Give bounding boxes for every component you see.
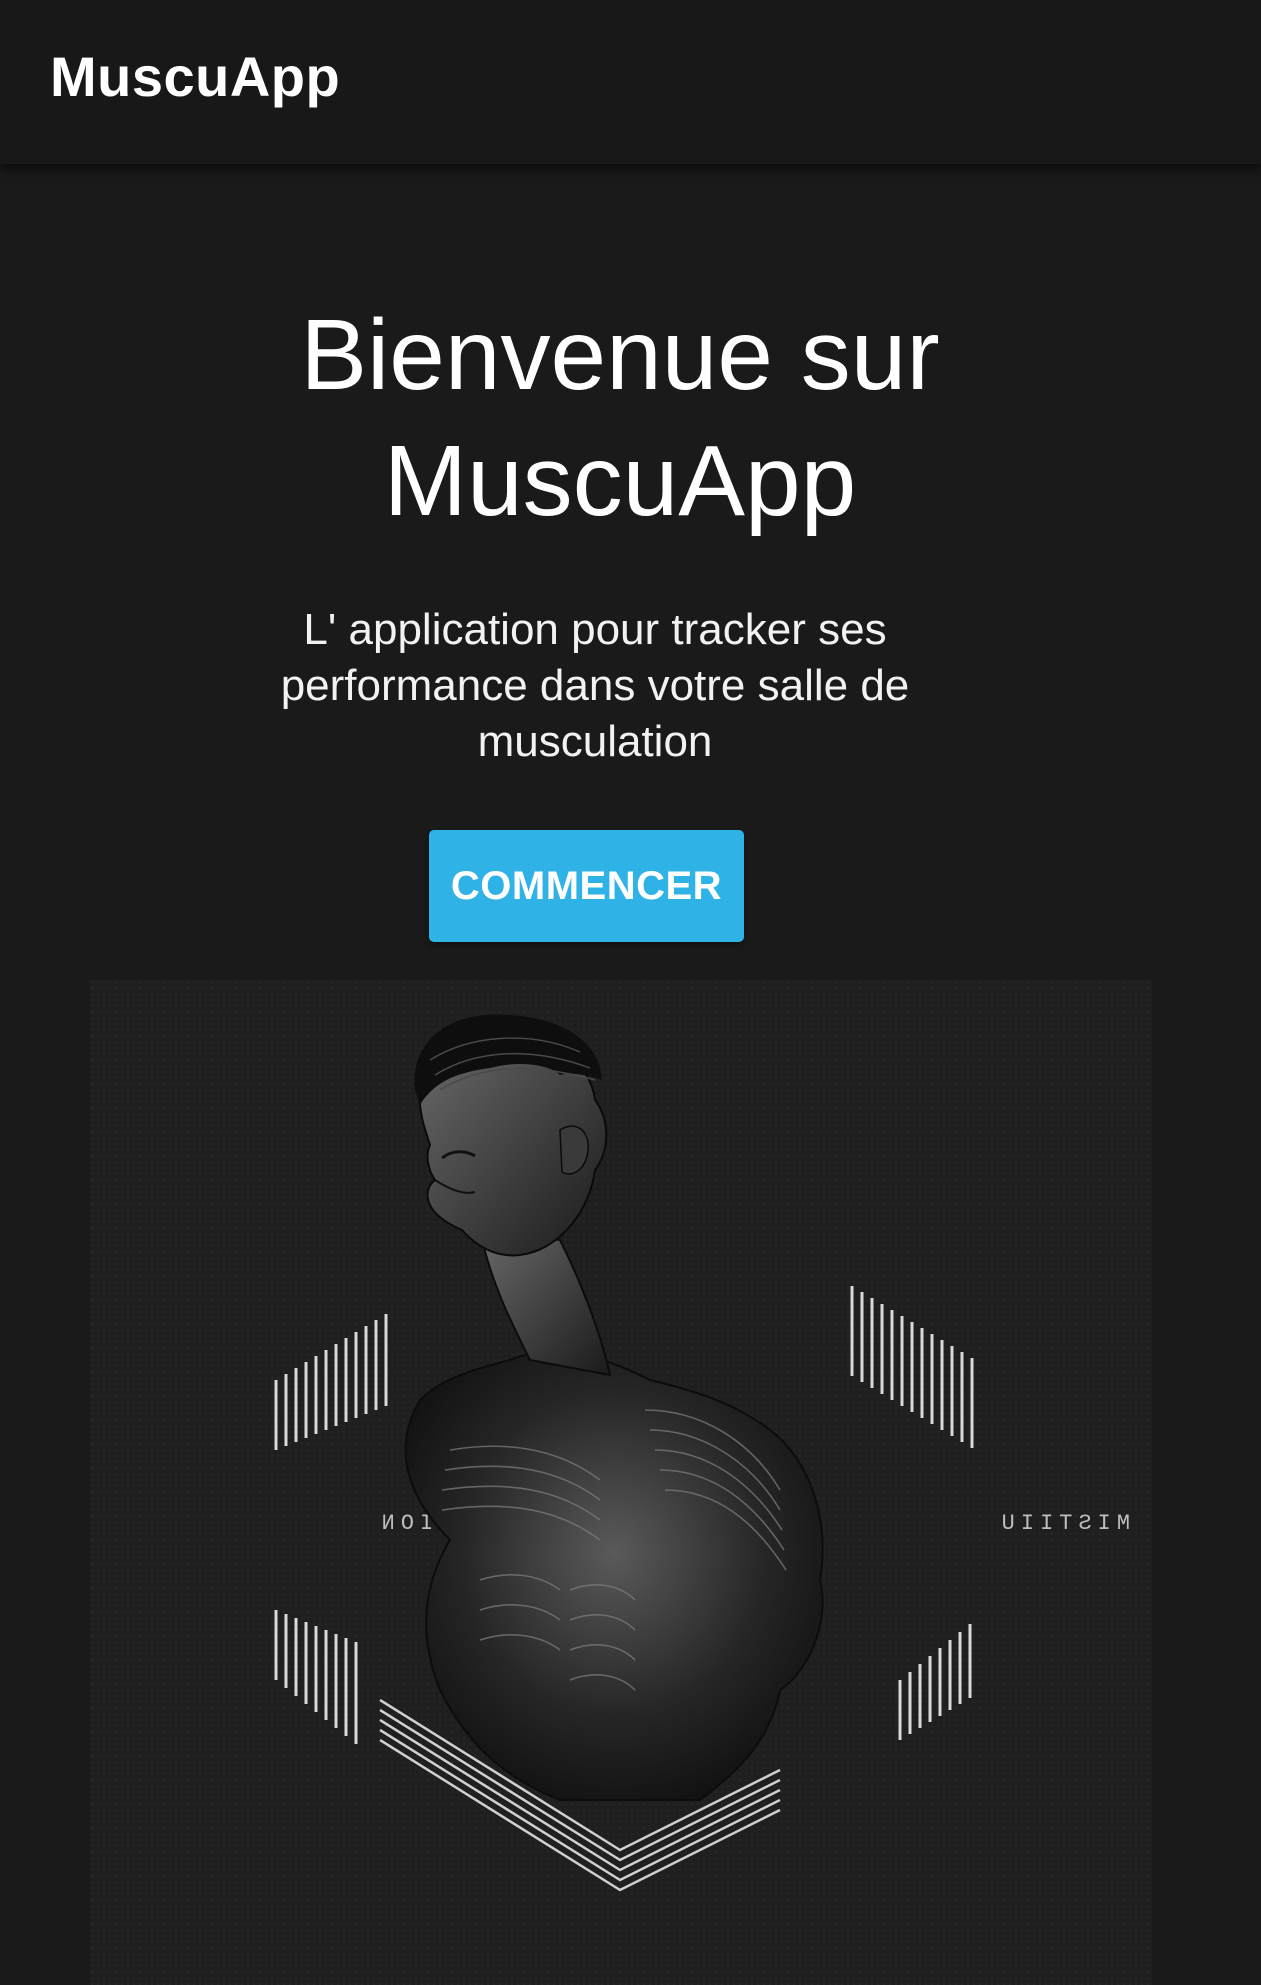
hero-title: Bienvenue sur MuscuApp — [0, 292, 1240, 544]
illustration-right-label: MISTIIU — [996, 1511, 1130, 1536]
hero-subtitle: L' application pour tracker ses performa… — [225, 602, 965, 770]
muscular-man-illustration-icon: MALLION MISTIIU — [90, 980, 1152, 1985]
hero-subtitle-line-1: L' application pour tracker ses — [303, 605, 887, 654]
hero-title-line-2: MuscuApp — [383, 425, 857, 537]
app-title: MuscuApp — [50, 45, 341, 108]
hero-subtitle-line-2: performance dans votre salle de — [280, 661, 910, 710]
commencer-button[interactable]: COMMENCER — [429, 830, 744, 942]
app-bar: MuscuApp — [0, 0, 1261, 164]
hero-subtitle-line-3: musculation — [477, 717, 713, 766]
main-content: Bienvenue sur MuscuApp L' application po… — [0, 164, 1261, 1985]
hero-illustration: MALLION MISTIIU — [90, 980, 1152, 1985]
hero-title-line-1: Bienvenue sur — [300, 299, 940, 411]
